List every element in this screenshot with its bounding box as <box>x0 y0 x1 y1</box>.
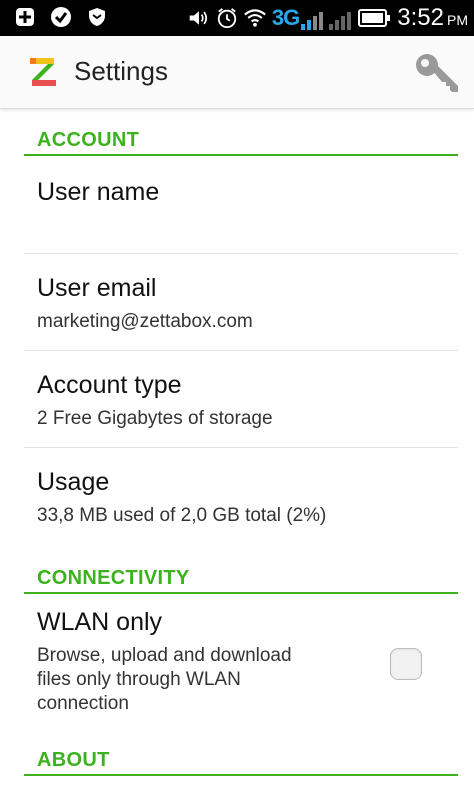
section-header-connectivity-label: CONNECTIVITY <box>37 567 190 589</box>
pref-usage[interactable]: Usage 33,8 MB used of 2,0 GB total (2%) <box>24 448 458 544</box>
wlan-only-checkbox[interactable] <box>390 648 422 680</box>
status-bar: 3G 3:52 PM <box>0 0 474 36</box>
section-header-about-label: ABOUT <box>37 749 110 771</box>
section-header-account-label: ACCOUNT <box>37 129 140 151</box>
pref-usage-summary: 33,8 MB used of 2,0 GB total (2%) <box>37 505 327 526</box>
pref-account-type-title: Account type <box>37 371 182 399</box>
pref-usage-title: Usage <box>37 468 110 496</box>
signal-bars-icon <box>301 6 324 30</box>
pref-user-email-summary: marketing@zettabox.com <box>37 311 253 332</box>
battery-icon <box>357 7 391 29</box>
alarm-icon <box>216 7 238 29</box>
volume-icon <box>188 7 210 29</box>
pref-wlan-only-summary-line1: Browse, upload and download <box>37 645 292 666</box>
app-bar: Settings <box>0 36 474 109</box>
pref-account-type[interactable]: Account type 2 Free Gigabytes of storage <box>24 351 458 448</box>
pref-user-name-title: User name <box>37 178 160 206</box>
wifi-icon <box>244 7 266 29</box>
pref-wlan-only-title: WLAN only <box>37 608 163 636</box>
pref-account-type-summary: 2 Free Gigabytes of storage <box>37 408 273 429</box>
pref-user-email[interactable]: User email marketing@zettabox.com <box>24 254 458 351</box>
shield-icon <box>86 6 108 28</box>
clock-time: 3:52 <box>397 4 444 31</box>
section-header-about: ABOUT <box>24 736 458 776</box>
section-header-account: ACCOUNT <box>24 116 458 156</box>
check-circle-icon <box>50 6 72 28</box>
pref-wlan-only-summary-line3: connection <box>37 693 129 714</box>
pref-user-email-title: User email <box>37 274 157 302</box>
network-type-label: 3G <box>271 5 300 30</box>
page-title: Settings <box>74 56 168 86</box>
signal-bars-empty-icon <box>329 6 352 30</box>
zettabox-logo-icon[interactable] <box>28 56 58 88</box>
pref-wlan-only-summary-line2: files only through WLAN <box>37 669 241 690</box>
key-icon[interactable] <box>414 52 460 96</box>
pref-wlan-only[interactable]: WLAN only Browse, upload and download fi… <box>24 594 458 720</box>
section-header-connectivity: CONNECTIVITY <box>24 554 458 594</box>
add-box-icon <box>14 6 36 28</box>
clock-ampm: PM <box>447 12 468 28</box>
pref-user-name[interactable]: User name <box>24 156 458 254</box>
